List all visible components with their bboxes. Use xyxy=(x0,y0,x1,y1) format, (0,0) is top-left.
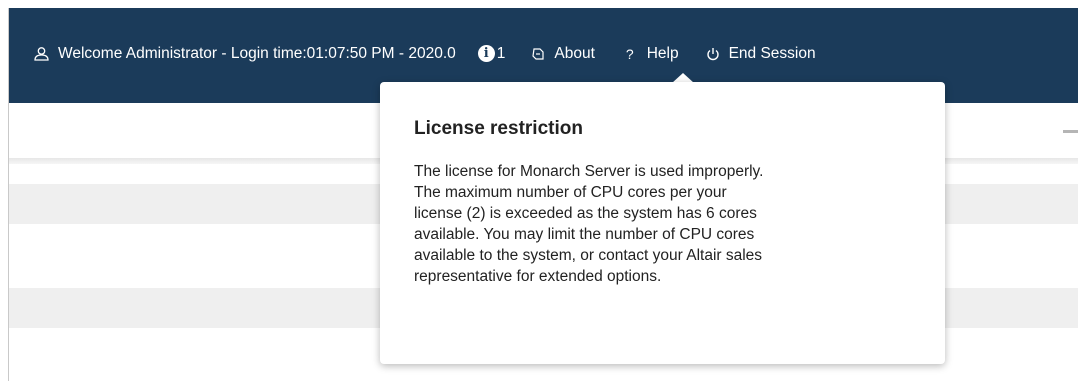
notification-count: 1 xyxy=(496,44,506,62)
top-margin xyxy=(0,0,1078,8)
collapse-icon[interactable] xyxy=(1063,130,1078,133)
welcome-text: Welcome Administrator - Login time:01:07… xyxy=(58,44,456,62)
end-session-label: End Session xyxy=(728,44,816,62)
end-session-button[interactable]: End Session xyxy=(706,45,816,63)
about-icon xyxy=(531,47,545,61)
notifications-button[interactable]: i 1 xyxy=(477,44,506,63)
about-label: About xyxy=(554,44,595,62)
user-welcome: Welcome Administrator - Login time:01:07… xyxy=(33,45,456,63)
user-icon xyxy=(33,46,50,61)
popover-title: License restriction xyxy=(414,118,583,139)
power-icon xyxy=(706,47,720,61)
question-icon: ? xyxy=(625,45,634,62)
popover-message: The license for Monarch Server is used i… xyxy=(414,163,764,285)
license-restriction-popover: License restriction The license for Mona… xyxy=(380,82,945,364)
help-button[interactable]: ? Help xyxy=(626,45,679,63)
about-button[interactable]: About xyxy=(531,45,595,63)
info-icon: i xyxy=(477,45,495,62)
help-label: Help xyxy=(646,44,679,62)
